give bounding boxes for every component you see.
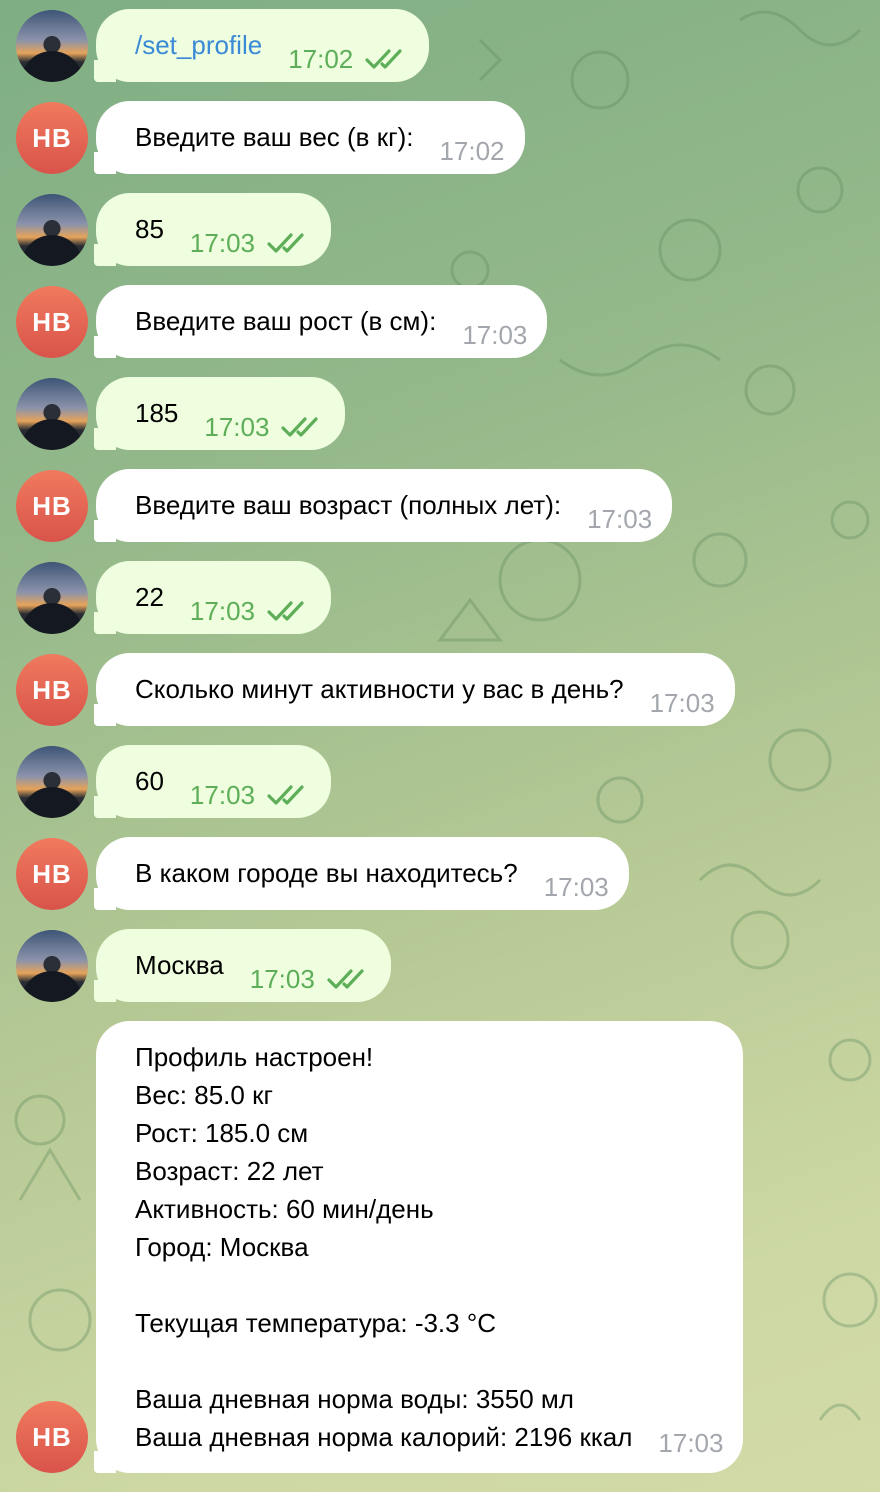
message-text: Москва	[135, 950, 224, 980]
message-bubble[interactable]: Введите ваш рост (в см): 17:03	[93, 285, 548, 358]
user-avatar[interactable]	[16, 930, 88, 1002]
user-avatar[interactable]	[16, 562, 88, 634]
message-text: 185	[135, 398, 179, 428]
message-bubble[interactable]: 85 17:03	[94, 193, 331, 266]
outgoing-message: 60 17:03	[0, 745, 880, 818]
message-meta: 17:03	[190, 210, 311, 262]
message-bubble[interactable]: Введите ваш вес (в кг): 17:02	[94, 101, 525, 174]
message-time: 17:03	[462, 320, 528, 350]
incoming-message: HB Введите ваш возраст (полных лет): 17:03	[0, 469, 880, 542]
user-avatar[interactable]	[16, 746, 88, 818]
message-text: Введите ваш вес (в кг):	[135, 122, 414, 152]
message-bubble[interactable]: Сколько минут активности у вас в день? 17…	[94, 653, 735, 726]
outgoing-message: /set_profile 17:02	[0, 9, 880, 82]
message-bubble[interactable]: Профиль настроен! Вес: 85.0 кг Рост: 185…	[93, 1021, 744, 1473]
message-text: Введите ваш возраст (полных лет):	[135, 490, 562, 520]
message-meta: 17:02	[439, 118, 504, 170]
user-avatar[interactable]	[16, 10, 88, 82]
outgoing-message: 85 17:03	[0, 193, 880, 266]
message-time: 17:03	[543, 872, 609, 902]
message-time: 17:03	[249, 964, 315, 994]
message-meta: 17:03	[462, 302, 527, 354]
message-text: 85	[135, 214, 164, 244]
double-check-icon	[365, 49, 402, 69]
user-avatar[interactable]	[16, 194, 88, 266]
message-meta: 17:03	[544, 854, 609, 906]
message-time: 17:03	[587, 504, 653, 534]
double-check-icon	[267, 601, 304, 621]
message-bubble[interactable]: 185 17:03	[93, 377, 346, 450]
message-time: 17:03	[204, 412, 270, 442]
command-link[interactable]: /set_profile	[135, 26, 262, 64]
message-meta: 17:03	[204, 394, 325, 446]
message-time: 17:03	[649, 688, 715, 718]
message-meta: 17:03	[190, 762, 311, 814]
outgoing-message: 22 17:03	[0, 561, 880, 634]
double-check-icon	[267, 233, 304, 253]
user-avatar[interactable]	[16, 378, 88, 450]
message-meta: 17:03	[250, 946, 371, 998]
message-text: Сколько минут активности у вас в день?	[135, 674, 624, 704]
incoming-message: HB Введите ваш вес (в кг): 17:02	[0, 101, 880, 174]
message-time: 17:03	[189, 228, 255, 258]
message-text: Профиль настроен! Вес: 85.0 кг Рост: 185…	[135, 1042, 633, 1452]
message-time: 17:02	[288, 44, 354, 74]
message-meta: 17:03	[658, 1424, 723, 1462]
message-bubble[interactable]: /set_profile 17:02	[93, 9, 430, 82]
bot-avatar[interactable]: HB	[16, 1401, 88, 1473]
message-bubble[interactable]: 22 17:03	[94, 561, 331, 634]
message-time: 17:03	[658, 1428, 724, 1458]
incoming-message: HB Профиль настроен! Вес: 85.0 кг Рост: 1…	[0, 1021, 880, 1473]
message-time: 17:03	[189, 596, 255, 626]
message-text: Введите ваш рост (в см):	[135, 306, 437, 336]
double-check-icon	[281, 417, 319, 437]
message-text: 22	[135, 582, 164, 612]
bot-avatar[interactable]: HB	[16, 102, 88, 174]
message-meta: 17:03	[650, 670, 715, 722]
outgoing-message: 185 17:03	[0, 377, 880, 450]
double-check-icon	[327, 969, 364, 989]
message-bubble[interactable]: Введите ваш возраст (полных лет): 17:03	[93, 469, 673, 542]
message-meta: 17:02	[288, 26, 409, 78]
message-time: 17:02	[439, 136, 505, 166]
bot-avatar[interactable]: HB	[16, 838, 88, 910]
incoming-message: HB Введите ваш рост (в см): 17:03	[0, 285, 880, 358]
message-meta: 17:03	[190, 578, 311, 630]
message-bubble[interactable]: 60 17:03	[94, 745, 331, 818]
incoming-message: HB В каком городе вы находитесь? 17:03	[0, 837, 880, 910]
bot-avatar[interactable]: HB	[16, 286, 88, 358]
message-text: В каком городе вы находитесь?	[135, 858, 518, 888]
incoming-message: HB Сколько минут активности у вас в день?…	[0, 653, 880, 726]
bot-avatar[interactable]: HB	[16, 470, 88, 542]
message-bubble[interactable]: Москва 17:03	[94, 929, 391, 1002]
outgoing-message: Москва 17:03	[0, 929, 880, 1002]
message-text: 60	[135, 766, 164, 796]
double-check-icon	[267, 785, 304, 805]
message-bubble[interactable]: В каком городе вы находитесь? 17:03	[94, 837, 629, 910]
bot-avatar[interactable]: HB	[16, 654, 88, 726]
message-time: 17:03	[189, 780, 255, 810]
message-meta: 17:03	[587, 486, 652, 538]
